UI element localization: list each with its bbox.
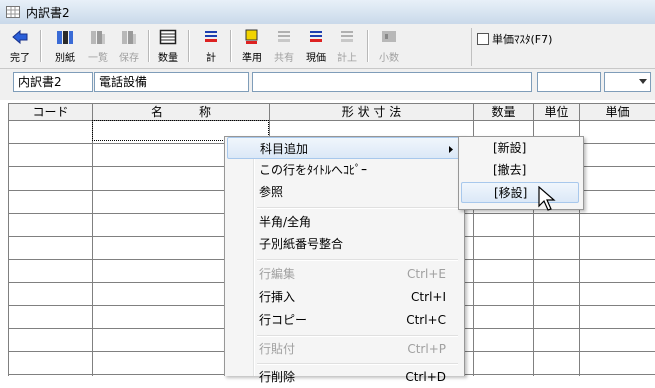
sheet-name-field[interactable]: 内訳書2 (13, 72, 93, 92)
share-button[interactable]: 共有 (270, 26, 298, 64)
menu-item-delete-row[interactable]: 行削除 Ctrl+D (227, 366, 462, 388)
columns-icon (122, 31, 136, 44)
columns-icon (57, 31, 73, 44)
decimal-icon (382, 31, 396, 42)
mouse-cursor-icon (538, 186, 556, 211)
menu-item-copy-row[interactable]: 行コピー Ctrl+C (227, 309, 462, 331)
submenu-item-remove[interactable]: [撤去] (461, 160, 579, 181)
right-input[interactable] (537, 72, 601, 92)
item-name-field[interactable]: 電話設備 (94, 72, 249, 92)
grid-line (92, 121, 93, 376)
lines-icon (205, 31, 217, 42)
apply-button[interactable]: 準用 (238, 26, 266, 64)
columns-icon (91, 31, 105, 44)
menu-item-copy-to-title[interactable]: この行をﾀｲﾄﾙへｺﾋﾟｰ (227, 159, 462, 181)
post-button[interactable]: 計上 (333, 26, 361, 64)
submenu: [新設] [撤去] [移設] (458, 136, 584, 210)
window-icon (6, 6, 20, 18)
menu-separator (257, 363, 458, 365)
column-header[interactable]: 単位 (534, 104, 580, 121)
list-button[interactable]: 一覧 (85, 26, 111, 64)
menu-item-edit-row[interactable]: 行編集 Ctrl+E (227, 263, 462, 285)
decimal-button[interactable]: 小数 (374, 26, 404, 64)
table-icon (159, 29, 177, 45)
menu-item-paste-row[interactable]: 行貼付 Ctrl+P (227, 338, 462, 360)
context-menu: 科目追加 この行をﾀｲﾄﾙへｺﾋﾟｰ 参照 半角/全角 子別紙番号整合 行編集 C… (224, 136, 465, 384)
column-header[interactable]: 数量 (474, 104, 534, 121)
info-row: 内訳書2 電話設備 (0, 69, 655, 100)
toolbar-separator (367, 30, 369, 62)
column-header[interactable]: 名 称 (93, 104, 270, 121)
submenu-item-relocate[interactable]: [移設] (461, 182, 579, 203)
attachment-button[interactable]: 別紙 (52, 26, 78, 64)
lines-icon (278, 31, 290, 42)
current-price-button[interactable]: 現価 (302, 26, 330, 64)
menu-item-sub-sheet-number[interactable]: 子別紙番号整合 (227, 233, 462, 255)
save-button[interactable]: 保存 (116, 26, 142, 64)
toolbar-separator (40, 30, 42, 62)
window-title: 内訳書2 (26, 6, 70, 20)
menu-item-half-full-width[interactable]: 半角/全角 (227, 211, 462, 233)
toolbar-separator (148, 30, 150, 62)
submenu-item-new[interactable]: [新設] (461, 138, 579, 159)
menu-separator (257, 335, 458, 337)
unit-price-master-checkbox[interactable] (477, 33, 489, 45)
title-bar: 内訳書2 (0, 0, 655, 25)
total-button[interactable]: 計 (198, 26, 224, 64)
menu-item-add-subject[interactable]: 科目追加 (227, 137, 462, 159)
unit-price-master-label: 単価ﾏｽﾀ(F7) (492, 33, 553, 46)
toolbar-separator (230, 30, 232, 62)
column-header[interactable]: 形 状 寸 法 (270, 104, 474, 121)
description-field[interactable] (252, 72, 532, 92)
menu-separator (257, 259, 458, 261)
column-header[interactable]: 単価 (580, 104, 655, 121)
quantity-button[interactable]: 数量 (154, 26, 182, 64)
lines-icon (341, 31, 353, 42)
done-button[interactable]: 完了 (8, 26, 32, 64)
back-arrow-icon (12, 29, 28, 45)
column-header[interactable]: コード (9, 104, 93, 121)
lines-icon (310, 31, 322, 42)
chevron-down-icon (639, 79, 647, 84)
menu-separator (257, 207, 458, 209)
menu-item-reference[interactable]: 参照 (227, 181, 462, 203)
right-select[interactable] (604, 72, 651, 92)
submenu-arrow-icon (449, 146, 453, 153)
menu-item-insert-row[interactable]: 行挿入 Ctrl+I (227, 286, 462, 308)
toolbar-separator (188, 30, 190, 62)
yellow-square-icon (245, 29, 258, 44)
